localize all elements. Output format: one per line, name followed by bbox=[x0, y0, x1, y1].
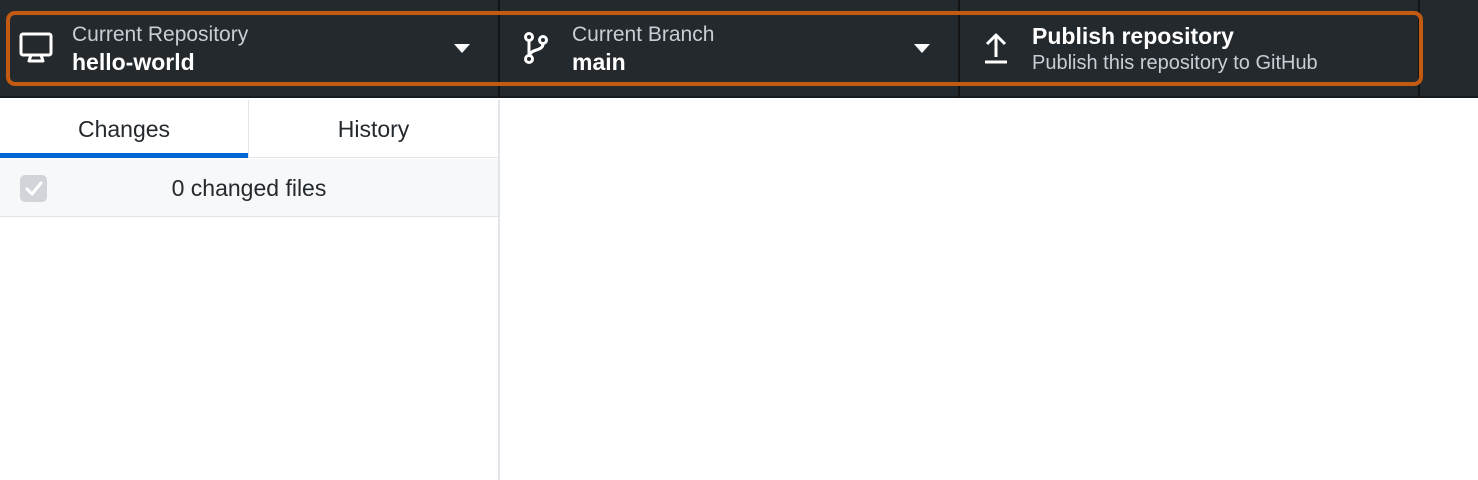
changed-files-count: 0 changed files bbox=[171, 174, 327, 201]
tab-history-label: History bbox=[337, 115, 410, 142]
branch-label: Current Branch bbox=[572, 23, 715, 46]
publish-repository-button[interactable]: Publish repository Publish this reposito… bbox=[960, 0, 1418, 98]
repository-name: hello-world bbox=[72, 49, 195, 75]
toolbar-divider bbox=[1418, 0, 1420, 98]
checkmark-icon bbox=[25, 181, 42, 195]
repository-dropdown[interactable]: Current Repository hello-world bbox=[0, 0, 498, 98]
app-toolbar: Current Repository hello-world Current B… bbox=[0, 0, 1478, 98]
tab-history[interactable]: History bbox=[249, 100, 498, 158]
select-all-checkbox[interactable] bbox=[20, 175, 47, 202]
branch-dropdown[interactable]: Current Branch main bbox=[500, 0, 958, 98]
branch-name: main bbox=[572, 49, 626, 75]
tab-changes[interactable]: Changes bbox=[0, 100, 248, 158]
publish-title: Publish repository bbox=[1032, 23, 1234, 49]
active-tab-indicator bbox=[0, 153, 248, 158]
tab-changes-label: Changes bbox=[77, 115, 171, 142]
desktop-icon bbox=[18, 30, 54, 66]
publish-subtitle: Publish this repository to GitHub bbox=[1032, 52, 1318, 74]
upload-icon bbox=[978, 30, 1014, 66]
chevron-down-icon bbox=[914, 44, 930, 53]
git-branch-icon bbox=[518, 30, 554, 66]
changes-list-header: 0 changed files bbox=[0, 159, 498, 217]
chevron-down-icon bbox=[454, 44, 470, 53]
sidebar-tabs: Changes History bbox=[0, 100, 498, 158]
repository-label: Current Repository bbox=[72, 23, 249, 46]
sidebar-divider bbox=[498, 100, 500, 480]
